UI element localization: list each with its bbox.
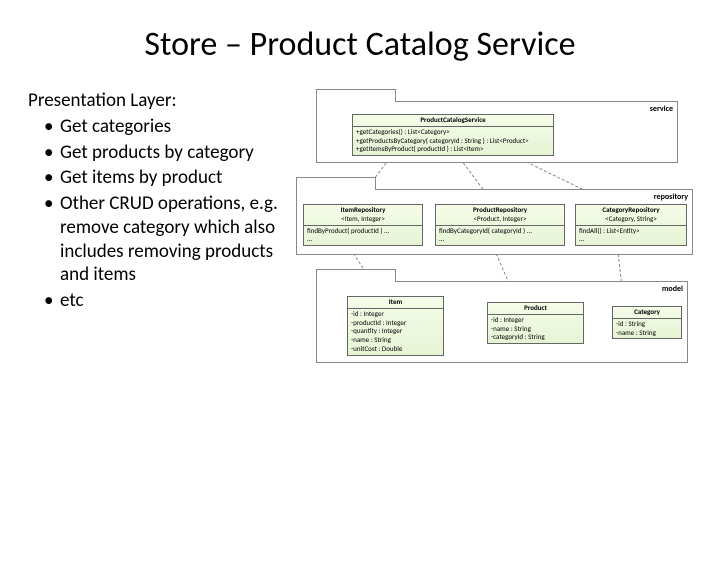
attr: -categoryId : String: [491, 333, 580, 342]
package-repository: repository ItemRepository <Item, Integer…: [296, 189, 693, 255]
package-tab: [316, 89, 396, 102]
package-tab: [316, 269, 396, 282]
attr: -name : String: [616, 329, 678, 338]
class-attributes: -id : Integer -productId : Integer -quan…: [348, 309, 443, 355]
class-product: Product -id : Integer -name : String -ca…: [487, 302, 584, 344]
package-model: model Item -id : Integer -productId : In…: [316, 281, 688, 363]
class-title: Item: [348, 297, 443, 309]
op: findByProduct( productId ) ...: [307, 227, 419, 236]
op: ...: [307, 235, 419, 244]
bullet-item: Other CRUD operations, e.g. remove categ…: [44, 192, 288, 287]
class-title: ProductCatalogService: [353, 115, 553, 127]
class-product-repository: ProductRepository <Product, Integer> fin…: [435, 204, 565, 246]
class-title: Category: [613, 307, 681, 319]
bullet-item: etc: [44, 289, 288, 313]
class-title: ItemRepository <Item, Integer>: [304, 205, 422, 226]
class-operations: +getCategories() : List<Category> +getPr…: [353, 127, 553, 155]
class-attributes: -id : Integer -name : String -categoryId…: [488, 315, 583, 343]
class-stereo: <Product, Integer>: [474, 214, 527, 223]
class-stereo: <Item, Integer>: [341, 214, 385, 223]
class-stereo: <Category, String>: [605, 214, 657, 223]
class-category: Category -id : String -name : String: [612, 306, 682, 339]
class-operations: findByCategoryId( categoryId ) ... ...: [436, 226, 564, 246]
class-title: CategoryRepository <Category, String>: [576, 205, 686, 226]
class-category-repository: CategoryRepository <Category, String> fi…: [575, 204, 687, 246]
class-attributes: -id : String -name : String: [613, 319, 681, 339]
slide-title: Store – Product Catalog Service: [0, 24, 720, 65]
bullet-item: Get items by product: [44, 166, 288, 190]
class-title: Product: [488, 303, 583, 315]
class-item-repository: ItemRepository <Item, Integer> findByPro…: [303, 204, 423, 246]
presentation-layer-heading: Presentation Layer:: [28, 89, 288, 113]
package-label: model: [662, 284, 683, 294]
class-operations: findByProduct( productId ) ... ...: [304, 226, 422, 246]
op: findByCategoryId( categoryId ) ...: [439, 227, 561, 236]
bullet-item: Get products by category: [44, 141, 288, 165]
op: ...: [439, 235, 561, 244]
package-label: repository: [654, 192, 688, 202]
bullet-item: Get categories: [44, 115, 288, 139]
class-operations: findAll() : List<Entity> ...: [576, 226, 686, 246]
attr: -unitCost : Double: [351, 345, 440, 354]
package-service: service ProductCatalogService +getCatego…: [316, 101, 678, 163]
left-text: Presentation Layer: Get categories Get p…: [28, 89, 288, 469]
op: +getItemsByProduct( productId ) : List<I…: [356, 145, 550, 154]
class-item: Item -id : Integer -productId : Integer …: [347, 296, 444, 356]
package-label: service: [650, 104, 673, 114]
op: ...: [579, 235, 683, 244]
content-row: Presentation Layer: Get categories Get p…: [0, 89, 720, 469]
class-product-catalog-service: ProductCatalogService +getCategories() :…: [352, 114, 554, 156]
op: findAll() : List<Entity>: [579, 227, 683, 236]
uml-diagram: service ProductCatalogService +getCatego…: [296, 89, 692, 469]
package-tab: [296, 177, 376, 190]
class-title: ProductRepository <Product, Integer>: [436, 205, 564, 226]
